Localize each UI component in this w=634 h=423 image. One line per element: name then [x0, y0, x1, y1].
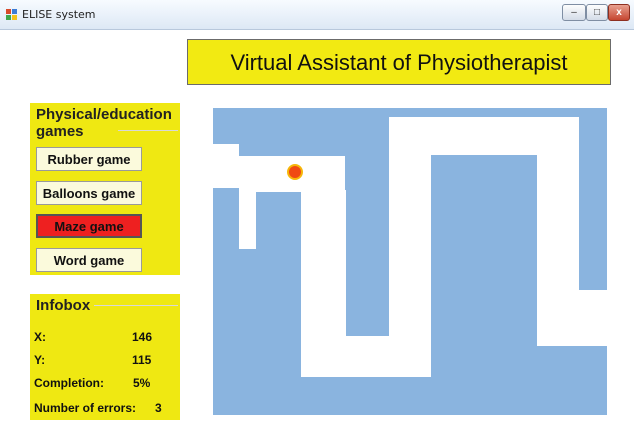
page-title: Virtual Assistant of Physiotherapist [230, 50, 568, 75]
header-banner: Virtual Assistant of Physiotherapist [187, 39, 611, 85]
maze-entrance [213, 144, 239, 188]
word-game-button[interactable]: Word game [36, 248, 142, 272]
errors-value: 3 [155, 401, 162, 415]
balloons-game-button[interactable]: Balloons game [36, 181, 142, 205]
app-icon [6, 9, 17, 20]
games-panel: Physical/education games Rubber game Bal… [30, 103, 180, 275]
maze-board[interactable] [213, 108, 607, 415]
games-panel-rule [118, 130, 178, 131]
maze-path-segment [389, 117, 431, 377]
x-label: X: [34, 330, 46, 344]
completion-value: 5% [133, 376, 151, 390]
ball-icon[interactable] [287, 164, 303, 180]
completion-label: Completion: [34, 376, 104, 390]
title-bar: ELISE system – □ x [0, 0, 634, 30]
infobox-rule [94, 305, 178, 306]
window-title: ELISE system [22, 8, 96, 21]
rubber-game-button[interactable]: Rubber game [36, 147, 142, 171]
maze-game-button[interactable]: Maze game [36, 214, 142, 238]
infobox-heading: Infobox [36, 297, 91, 314]
infobox-panel: Infobox X: 146 Y: 115 Completion: 5% Num… [30, 294, 180, 420]
maze-exit [537, 290, 607, 346]
close-button[interactable]: x [608, 4, 630, 21]
games-heading: Physical/education games [36, 106, 172, 140]
errors-label: Number of errors: [34, 401, 137, 415]
x-value: 146 [132, 330, 153, 344]
y-value: 115 [132, 353, 152, 367]
maximize-button[interactable]: □ [586, 4, 608, 21]
y-label: Y: [34, 353, 46, 367]
minimize-button[interactable]: – [562, 4, 586, 21]
